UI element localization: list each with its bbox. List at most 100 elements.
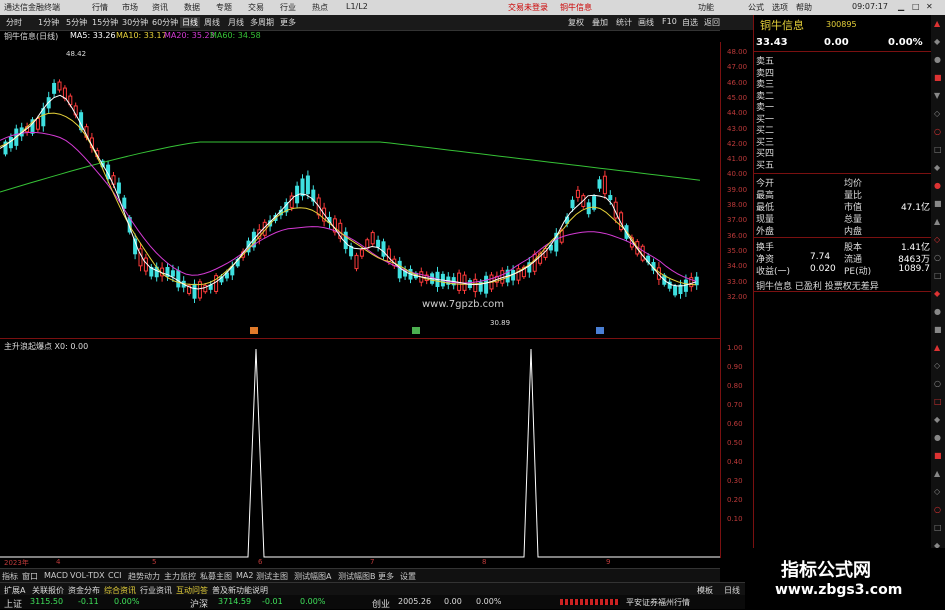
maximize-icon[interactable]: □ bbox=[912, 2, 920, 11]
side-tool-icon[interactable]: □ bbox=[934, 523, 942, 532]
side-tool-icon[interactable]: □ bbox=[934, 145, 942, 154]
indicator-tab[interactable]: 测试主图 bbox=[256, 571, 288, 582]
candlestick-chart[interactable]: 48.42 30.89 www.7gpzb.com bbox=[0, 42, 720, 338]
top-menu-market[interactable]: 市场 bbox=[122, 2, 138, 13]
toolbar-watchlist[interactable]: 自选 bbox=[682, 17, 698, 28]
candle-body bbox=[170, 270, 175, 277]
top-menu-industry[interactable]: 行业 bbox=[280, 2, 296, 13]
period-tab[interactable]: 1分钟 bbox=[38, 17, 59, 28]
side-tool-icon[interactable]: ◆ bbox=[934, 163, 940, 172]
side-tool-icon[interactable]: ● bbox=[934, 55, 941, 64]
side-tool-icon[interactable]: ○ bbox=[934, 505, 941, 514]
toolbar-overlay[interactable]: 叠加 bbox=[592, 17, 608, 28]
top-menu-data[interactable]: 数据 bbox=[184, 2, 200, 13]
trade-login-status[interactable]: 交易未登录 bbox=[508, 2, 548, 13]
indicator-tick: 0.20 bbox=[727, 496, 743, 504]
side-tool-icon[interactable]: ○ bbox=[934, 127, 941, 136]
quote-price: 33.43 bbox=[756, 37, 788, 48]
event-marker[interactable] bbox=[412, 327, 420, 334]
event-marker[interactable] bbox=[250, 327, 258, 334]
indicator-tab[interactable]: 测试幅图A bbox=[294, 571, 331, 582]
stock-tab[interactable]: 铜牛信息 bbox=[560, 2, 592, 13]
indicator-tab[interactable]: 设置 bbox=[400, 571, 416, 582]
watermark-url: www.zbgs3.com bbox=[775, 582, 903, 598]
fin-label: PE(动) bbox=[844, 267, 872, 277]
menu-options[interactable]: 选项 bbox=[772, 2, 788, 13]
period-tab[interactable]: 周线 bbox=[204, 17, 220, 28]
side-tool-icon[interactable]: □ bbox=[934, 397, 942, 406]
indicator-tab[interactable]: CCI bbox=[108, 571, 122, 580]
menu-function[interactable]: 功能 bbox=[698, 2, 714, 13]
toolbar-stats[interactable]: 统计 bbox=[616, 17, 632, 28]
indicator-tab[interactable]: 指标 bbox=[2, 571, 18, 582]
period-tab[interactable]: 更多 bbox=[280, 17, 296, 28]
indicator-tab[interactable]: 趋势动力 bbox=[128, 571, 160, 582]
period-tab-active[interactable]: 日线 bbox=[180, 17, 200, 28]
chart-watermark: www.7gpzb.com bbox=[422, 299, 504, 310]
close-icon[interactable]: ✕ bbox=[926, 2, 933, 11]
side-tool-icon[interactable]: ● bbox=[934, 181, 941, 190]
period-tab[interactable]: 多周期 bbox=[250, 17, 274, 28]
indicator-tab[interactable]: VOL-TDX bbox=[70, 571, 105, 580]
side-tool-icon[interactable]: ◆ bbox=[934, 37, 940, 46]
period-tab[interactable]: 月线 bbox=[228, 17, 244, 28]
indicator-tab[interactable]: 私募主图 bbox=[200, 571, 232, 582]
top-menu-quote[interactable]: 行情 bbox=[92, 2, 108, 13]
period-tab[interactable]: 分时 bbox=[6, 17, 22, 28]
side-tool-icon[interactable]: ▼ bbox=[934, 91, 940, 100]
side-tool-icon[interactable]: ◆ bbox=[934, 415, 940, 424]
indicator-tab[interactable]: 测试幅图B bbox=[338, 571, 376, 582]
side-tool-icon[interactable]: ● bbox=[934, 307, 941, 316]
menu-help[interactable]: 帮助 bbox=[796, 2, 812, 13]
candle-body bbox=[602, 175, 607, 195]
top-menu-level[interactable]: L1/L2 bbox=[346, 2, 368, 11]
side-tool-icon[interactable]: ◇ bbox=[934, 361, 940, 370]
broker-name: 平安证券福州行情 bbox=[626, 598, 690, 607]
side-tool-icon[interactable]: ◇ bbox=[934, 235, 940, 244]
side-tool-icon[interactable]: ▲ bbox=[934, 19, 940, 28]
indicator-tab[interactable]: 更多 bbox=[378, 571, 394, 582]
indicator-tab[interactable]: MA2 bbox=[236, 571, 253, 580]
indicator-tab[interactable]: 主力监控 bbox=[164, 571, 196, 582]
period-tab[interactable]: 30分钟 bbox=[122, 17, 148, 28]
index-hs-name[interactable]: 沪深 bbox=[190, 597, 208, 610]
event-marker[interactable] bbox=[596, 327, 604, 334]
side-tool-icon[interactable]: ■ bbox=[934, 325, 942, 334]
toolbar-restore[interactable]: 复权 bbox=[568, 17, 584, 28]
side-tool-icon[interactable]: ◆ bbox=[934, 289, 940, 298]
top-menu-news[interactable]: 资讯 bbox=[152, 2, 168, 13]
indicator-chart[interactable]: 主升浪起爆点 X0: 0.00 bbox=[0, 338, 720, 559]
menu-formula[interactable]: 公式 bbox=[748, 2, 764, 13]
side-tool-icon[interactable]: ■ bbox=[934, 199, 942, 208]
index-sh-name[interactable]: 上证 bbox=[4, 597, 22, 610]
watermark-title: 指标公式网 bbox=[781, 560, 871, 581]
indicator-tab[interactable]: 窗口 bbox=[22, 571, 38, 582]
minimize-icon[interactable]: ▁ bbox=[898, 2, 904, 11]
side-tool-icon[interactable]: ◇ bbox=[934, 109, 940, 118]
top-menu-hot[interactable]: 热点 bbox=[312, 2, 328, 13]
side-tool-icon[interactable]: ○ bbox=[934, 253, 941, 262]
top-menu-trade[interactable]: 交易 bbox=[248, 2, 264, 13]
candle-body bbox=[370, 232, 375, 245]
indicator-tab[interactable]: MACD bbox=[44, 571, 68, 580]
index-cy-name[interactable]: 创业 bbox=[372, 597, 390, 610]
side-tool-icon[interactable]: ▲ bbox=[934, 217, 940, 226]
toolbar-f10[interactable]: F10 bbox=[662, 17, 677, 26]
period-tab[interactable]: 15分钟 bbox=[92, 17, 118, 28]
side-tool-icon[interactable]: ▲ bbox=[934, 343, 940, 352]
side-tool-icon[interactable]: ■ bbox=[934, 73, 942, 82]
side-tool-icon[interactable]: ○ bbox=[934, 379, 941, 388]
side-tool-icon[interactable]: □ bbox=[934, 271, 942, 280]
top-menu-topic[interactable]: 专题 bbox=[216, 2, 232, 13]
period-tab[interactable]: 5分钟 bbox=[66, 17, 87, 28]
quote-stats: 今开 均价 最高 量比 最低 市值 47.1亿 现量 总量 外盘 内盘 bbox=[754, 173, 932, 237]
period-tab[interactable]: 60分钟 bbox=[152, 17, 178, 28]
side-tool-icon[interactable]: ◇ bbox=[934, 487, 940, 496]
side-tool-icon[interactable]: ▲ bbox=[934, 469, 940, 478]
toolbar-draw[interactable]: 画线 bbox=[638, 17, 654, 28]
side-toolbar: ▲ ◆ ● ■ ▼ ◇ ○ □ ◆ ● ■ ▲ ◇ ○ □ ◆ ● ■ ▲ ◇ ○ □ ◆ ● ■ ▲ ◇ ○ □ ◆ bbox=[931, 15, 945, 582]
side-tool-icon[interactable]: ■ bbox=[934, 451, 942, 460]
side-tool-icon[interactable]: ● bbox=[934, 433, 941, 442]
top-menu: 行情 市场 资讯 数据 专题 交易 行业 热点 L1/L2 bbox=[88, 2, 388, 14]
toolbar-back[interactable]: 返回 bbox=[704, 17, 720, 28]
